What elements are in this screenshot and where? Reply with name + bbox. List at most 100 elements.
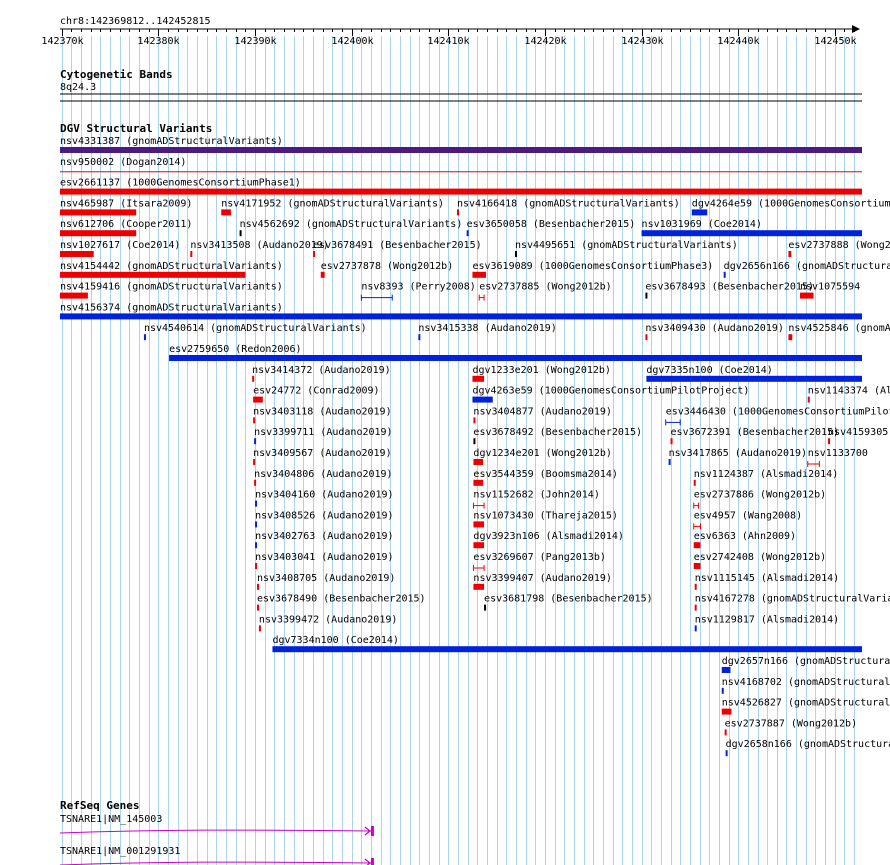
ruler-tick-label: 142450k — [814, 36, 856, 47]
dgv-feature-bar — [694, 583, 697, 590]
dgv-feature-label: esv3678490 (Besenbacher2015) — [257, 594, 426, 605]
dgv-feature-label: nsv4168702 (gnomADStructuralVariants) — [722, 677, 890, 688]
dgv-feature-bar — [60, 313, 862, 320]
dgv-feature[interactable]: nsv1075594 — [800, 282, 860, 299]
dgv-feature[interactable]: esv3678491 (Besenbacher2015) — [313, 240, 482, 257]
dgv-feature[interactable]: esv2737888 (Wong2012b) — [788, 240, 890, 257]
dgv-feature-label: esv6363 (Ahn2009) — [694, 531, 796, 542]
cytoband-track: Cytogenetic Bands 8q24.3 — [60, 68, 862, 102]
dgv-feature[interactable]: nsv1143374 (Alsmadi2014) — [807, 386, 890, 403]
dgv-feature[interactable]: nsv4154442 (gnomADStructuralVariants) — [60, 261, 283, 278]
dgv-feature[interactable]: nsv3408526 (Audano2019) — [255, 510, 394, 528]
dgv-feature[interactable]: dgv1233e201 (Wong2012b) — [472, 365, 611, 382]
dgv-feature-label: nsv465987 (Itsara2009) — [60, 198, 192, 209]
dgv-feature[interactable]: nsv3399472 (Audano2019) — [258, 614, 397, 632]
dgv-feature[interactable]: nsv4167278 (gnomADStructuralVariants) — [694, 594, 890, 611]
dgv-feature-bar — [641, 230, 862, 237]
dgv-feature[interactable]: nsv4495651 (gnomADStructuralVariants) — [514, 240, 738, 257]
dgv-feature-bar — [258, 625, 261, 632]
dgv-feature[interactable]: nsv4159416 (gnomADStructuralVariants) — [60, 282, 283, 299]
dgv-feature[interactable]: nsv4156374 (gnomADStructuralVariants) — [60, 302, 862, 320]
dgv-feature[interactable]: nsv4168702 (gnomADStructuralVariants) — [721, 677, 890, 694]
dgv-feature[interactable]: dgv7334n100 (Coe2014) — [272, 635, 862, 653]
dgv-feature-label: nsv4171952 (gnomADStructuralVariants) — [221, 198, 444, 209]
dgv-feature[interactable]: nsv3404160 (Audano2019) — [255, 490, 394, 507]
ruler-tick-label: 142400k — [331, 36, 373, 47]
dgv-feature[interactable]: esv24772 (Conrad2009) — [253, 386, 380, 403]
dgv-feature-bar — [484, 604, 487, 611]
dgv-feature-bar — [693, 479, 696, 486]
dgv-feature[interactable]: nsv4562692 (gnomADStructuralVariants) — [239, 219, 463, 237]
dgv-feature[interactable]: dgv1234e201 (Wong2012b) — [473, 448, 612, 465]
dgv-feature-label: dgv7335n100 (Coe2014) — [646, 365, 772, 376]
dgv-feature[interactable]: nsv1124387 (Alsmadi2014) — [693, 469, 839, 486]
dgv-feature-bar — [252, 375, 255, 382]
dgv-feature[interactable]: dgv3923n106 (Alsmadi2014) — [473, 531, 624, 549]
dgv-feature-label: nsv1152682 (John2014) — [473, 490, 599, 501]
dgv-feature[interactable]: nsv3409430 (Audano2019) — [645, 323, 784, 341]
dgv-title: DGV Structural Variants — [60, 122, 212, 135]
dgv-feature-bar — [255, 500, 258, 507]
dgv-feature[interactable]: esv3672391 (Besenbacher2015) — [670, 427, 840, 445]
dgv-feature[interactable]: dgv2657n166 (gnomADStructuralVariants) — [721, 656, 890, 673]
dgv-feature-label: nsv3402763 (Audano2019) — [255, 531, 393, 542]
dgv-feature[interactable]: nsv3403041 (Audano2019) — [255, 552, 394, 569]
dgv-feature[interactable]: dgv7335n100 (Coe2014) — [646, 365, 862, 382]
dgv-feature[interactable]: dgv4264e59 (1000GenomesConsortiumPilotPr… — [691, 198, 890, 216]
dgv-feature[interactable]: esv3681798 (Besenbacher2015) — [484, 594, 653, 611]
dgv-feature[interactable]: esv2737878 (Wong2012b) — [320, 261, 453, 278]
dgv-feature[interactable]: nsv1152682 (John2014) — [472, 490, 600, 509]
dgv-feature-label: dgv2657n166 (gnomADStructuralVariants) — [722, 656, 890, 667]
dgv-feature[interactable]: nsv465987 (Itsara2009) — [60, 198, 192, 216]
dgv-feature-bar — [645, 334, 648, 341]
dgv-feature-bar — [725, 750, 728, 757]
dgv-feature-bar — [514, 251, 517, 257]
dgv-feature[interactable]: nsv4331387 (gnomADStructuralVariants) — [60, 136, 862, 153]
dgv-feature[interactable]: nsv3404877 (Audano2019) — [473, 406, 612, 424]
dgv-feature-label: nsv3404877 (Audano2019) — [473, 406, 611, 417]
dgv-feature-label: nsv4562692 (gnomADStructuralVariants) — [240, 219, 463, 230]
dgv-feature-label: nsv3409567 (Audano2019) — [253, 448, 391, 459]
dgv-feature[interactable]: esv3269607 (Pang2013b) — [472, 552, 606, 571]
dgv-feature[interactable]: nsv1115145 (Alsmadi2014) — [694, 573, 840, 590]
dgv-feature-bar — [788, 251, 792, 257]
dgv-feature[interactable]: esv2737887 (Wong2012b) — [724, 718, 857, 736]
dgv-feature[interactable]: nsv3403118 (Audano2019) — [253, 406, 392, 424]
dgv-feature[interactable]: nsv4526827 (gnomADStructuralVariants) — [721, 698, 890, 715]
dgv-feature[interactable]: nsv1133700 — [807, 448, 868, 467]
dgv-feature[interactable]: nsv3408705 (Audano2019) — [256, 573, 395, 590]
dgv-feature-bar — [723, 271, 726, 278]
dgv-feature-bar — [60, 251, 94, 257]
dgv-feature[interactable]: nsv950002 (Dogan2014) — [60, 157, 862, 173]
strand-arrow-icon — [364, 858, 371, 865]
ruler-tick-label: 142430k — [621, 36, 663, 47]
refseq-gene-label: TSNARE1|NM_145003 — [60, 814, 162, 825]
dgv-feature-label: esv2742408 (Wong2012b) — [694, 552, 826, 563]
dgv-feature[interactable]: nsv3402763 (Audano2019) — [255, 531, 394, 549]
dgv-feature[interactable]: dgv4263e59 (1000GenomesConsortiumPilotPr… — [472, 386, 749, 403]
dgv-feature[interactable]: nsv3409567 (Audano2019) — [253, 448, 392, 465]
dgv-feature[interactable]: esv3678492 (Besenbacher2015) — [473, 427, 642, 445]
dgv-feature[interactable]: esv3650058 (Besenbacher2015) — [466, 219, 636, 237]
dgv-feature[interactable]: nsv3413508 (Audano2019) — [190, 240, 329, 257]
dgv-feature[interactable]: nsv1129817 (Alsmadi2014) — [694, 614, 840, 632]
dgv-feature[interactable]: nsv4159305 (gnomADStructuralVariants) — [828, 427, 890, 445]
dgv-feature[interactable]: nsv4166418 (gnomADStructuralVariants) — [457, 198, 680, 216]
dgv-feature[interactable]: esv2661137 (1000GenomesConsortiumPhase1) — [60, 178, 862, 195]
dgv-feature[interactable]: nsv3414372 (Audano2019) — [252, 365, 391, 382]
dgv-feature-bar — [60, 188, 862, 195]
dgv-feature[interactable]: nsv4525846 (gnomADStructuralVariants) — [788, 323, 890, 341]
dgv-feature[interactable]: dgv2658n166 (gnomADStructuralVariants) — [725, 739, 890, 757]
dgv-feature-label: dgv1234e201 (Wong2012b) — [473, 448, 611, 459]
dgv-feature-label: nsv1124387 (Alsmadi2014) — [694, 469, 839, 480]
dgv-feature-label: nsv4167278 (gnomADStructuralVariants) — [695, 594, 890, 605]
dgv-feature[interactable]: esv3619089 (1000GenomesConsortiumPhase3) — [472, 261, 713, 278]
dgv-feature[interactable]: nsv3399407 (Audano2019) — [473, 573, 612, 590]
dgv-feature-label: nsv4331387 (gnomADStructuralVariants) — [60, 136, 283, 147]
dgv-feature-label: nsv4526827 (gnomADStructuralVariants) — [722, 698, 890, 709]
dgv-feature-bar — [221, 209, 231, 216]
dgv-feature-bar — [253, 459, 256, 465]
dgv-feature[interactable]: nsv1031969 (Coe2014) — [641, 219, 862, 237]
dgv-feature-label: nsv3408705 (Audano2019) — [257, 573, 395, 584]
dgv-feature[interactable]: nsv612706 (Cooper2011) — [60, 219, 192, 237]
